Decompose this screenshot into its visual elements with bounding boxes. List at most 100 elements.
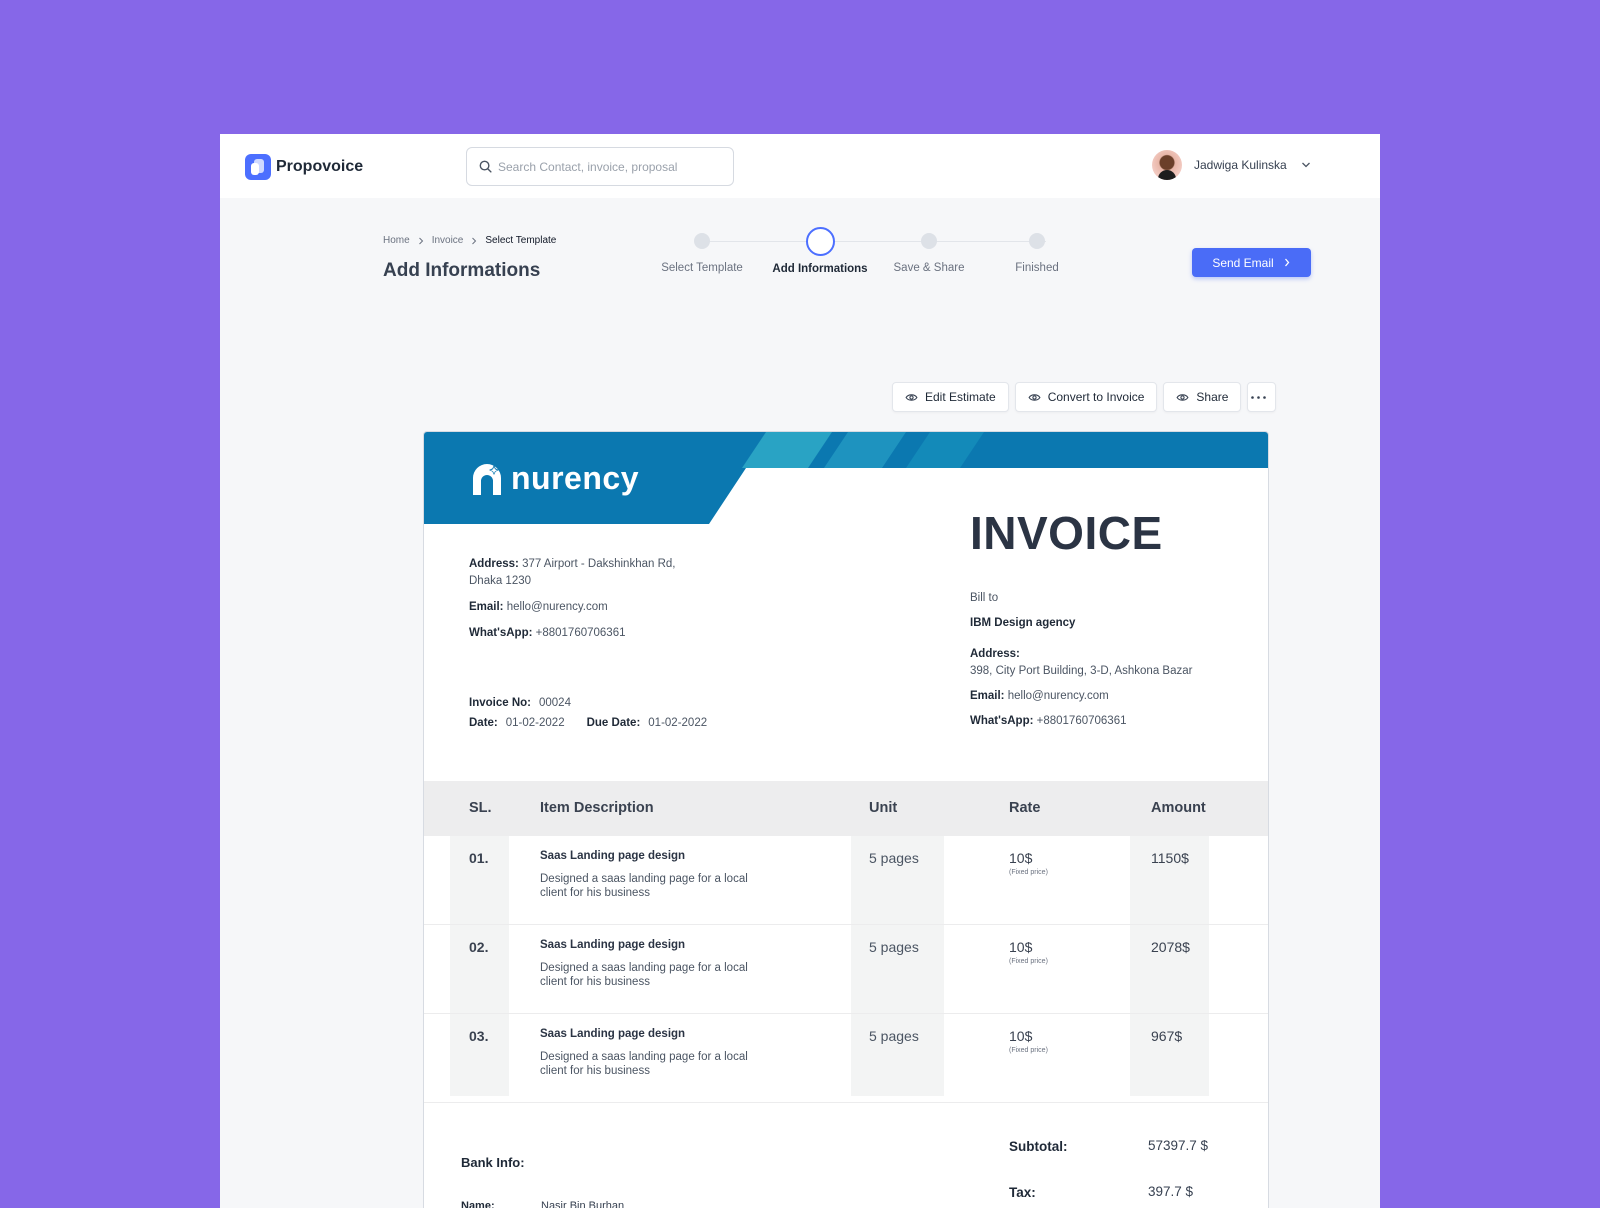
eye-icon xyxy=(1028,393,1041,401)
bank-name-label: Name: xyxy=(461,1200,495,1208)
step-dot xyxy=(1029,233,1045,249)
invoice-title: INVOICE xyxy=(970,507,1163,559)
convert-to-invoice-button[interactable]: Convert to Invoice xyxy=(1014,382,1158,412)
invoice-no-label: Invoice No: xyxy=(469,697,531,709)
due-date: 01-02-2022 xyxy=(648,717,708,729)
sender-address-line1: 377 Airport - Dakshinkhan Rd, xyxy=(522,558,676,570)
sender-address-line2: Dhaka 1230 xyxy=(469,575,532,587)
step-select-template[interactable]: Select Template xyxy=(642,227,762,274)
eye-icon xyxy=(905,393,918,401)
chevron-right-icon xyxy=(1284,258,1290,267)
bill-to-whatsapp-label: What'sApp: xyxy=(970,715,1034,727)
step-dot-active xyxy=(805,227,835,256)
subtotal-value: 57397.7 $ xyxy=(1148,1138,1209,1153)
top-bar: Propovoice Jadwiga Kulinska xyxy=(220,134,1380,198)
user-menu[interactable]: Jadwiga Kulinska xyxy=(1152,150,1311,180)
breadcrumb-home[interactable]: Home xyxy=(383,235,410,246)
item-unit: 5 pages xyxy=(869,1028,919,1044)
date-label: Date: xyxy=(469,717,498,729)
step-dot xyxy=(694,233,710,249)
more-options-button[interactable] xyxy=(1247,382,1277,412)
user-name: Jadwiga Kulinska xyxy=(1194,158,1287,172)
table-row[interactable]: 02. Saas Landing page design Designed a … xyxy=(424,925,1268,1014)
bank-info-heading: Bank Info: xyxy=(461,1155,525,1170)
item-sl: 02. xyxy=(469,939,489,955)
sender-whatsapp: +8801760706361 xyxy=(535,627,626,639)
invoice-date: 01-02-2022 xyxy=(505,717,565,729)
item-amount: 2078$ xyxy=(1151,939,1190,955)
share-button[interactable]: Share xyxy=(1163,382,1242,412)
column-sl: SL. xyxy=(469,800,492,816)
breadcrumb-current: Select Template xyxy=(485,235,557,246)
item-rate-note: (Fixed price) xyxy=(1009,1047,1048,1054)
subtotal-label: Subtotal: xyxy=(1009,1139,1068,1154)
chevron-down-icon[interactable] xyxy=(1301,160,1311,170)
bill-to-address-label: Address: xyxy=(970,648,1020,660)
column-item-description: Item Description xyxy=(540,800,654,816)
item-amount: 1150$ xyxy=(1151,850,1189,866)
progress-stepper: Select Template Add Informations Save & … xyxy=(620,227,1100,287)
brand-logo: nurency xyxy=(469,460,639,497)
bill-to-details: Bill to IBM Design agency Address: 398, C… xyxy=(970,590,1192,738)
table-row[interactable]: 03. Saas Landing page design Designed a … xyxy=(424,1014,1268,1103)
app-logo[interactable]: Propovoice xyxy=(245,154,363,180)
bill-to-whatsapp: +8801760706361 xyxy=(1036,715,1127,727)
share-label: Share xyxy=(1196,390,1229,404)
edit-estimate-button[interactable]: Edit Estimate xyxy=(892,382,1009,412)
page-title: Add Informations xyxy=(383,260,541,281)
step-label: Select Template xyxy=(661,262,743,274)
sender-email-label: Email: xyxy=(469,601,504,613)
step-save-share[interactable]: Save & Share xyxy=(869,227,989,274)
bill-to-email-label: Email: xyxy=(970,690,1005,702)
search-icon xyxy=(479,160,492,173)
item-description: Designed a saas landing page for a local… xyxy=(540,1051,748,1077)
items-table-header: SL. Item Description Unit Rate Amount xyxy=(424,781,1268,836)
chevron-right-icon xyxy=(472,237,477,244)
sender-whatsapp-label: What'sApp: xyxy=(469,627,533,639)
propovoice-logo-icon xyxy=(245,154,271,180)
tax-label: Tax: xyxy=(1009,1185,1036,1200)
column-rate: Rate xyxy=(1009,800,1041,816)
sender-address-label: Address: xyxy=(469,558,519,570)
item-rate: 10$ xyxy=(1009,1028,1033,1044)
step-dot xyxy=(921,233,937,249)
item-title: Saas Landing page design xyxy=(540,850,686,862)
item-title: Saas Landing page design xyxy=(540,939,686,951)
step-add-informations[interactable]: Add Informations xyxy=(760,227,880,275)
send-email-button[interactable]: Send Email xyxy=(1192,248,1311,277)
app-name: Propovoice xyxy=(276,158,364,175)
item-description: Designed a saas landing page for a local… xyxy=(540,873,748,899)
table-row[interactable]: 01. Saas Landing page design Designed a … xyxy=(424,836,1268,925)
item-sl: 01. xyxy=(469,850,489,866)
app-window: Propovoice Jadwiga Kulinska Home Invoice… xyxy=(220,134,1380,1208)
tax-value: 397.7 $ xyxy=(1148,1184,1194,1199)
send-email-label: Send Email xyxy=(1212,255,1274,270)
brand-name: nurency xyxy=(511,460,639,496)
bill-to-company: IBM Design agency xyxy=(970,617,1076,629)
invoice-document: nurency INVOICE Address: 377 Airport - D… xyxy=(423,431,1269,1208)
search-box[interactable] xyxy=(466,147,734,186)
avatar xyxy=(1152,150,1182,180)
sender-email: hello@nurency.com xyxy=(506,601,608,613)
bill-to-email: hello@nurency.com xyxy=(1007,690,1109,702)
step-label: Finished xyxy=(1015,262,1059,274)
item-unit: 5 pages xyxy=(869,939,919,955)
column-amount: Amount xyxy=(1151,800,1206,816)
step-finished[interactable]: Finished xyxy=(977,227,1097,274)
item-sl: 03. xyxy=(469,1028,489,1044)
bill-to-heading: Bill to xyxy=(970,592,999,604)
invoice-actions: Edit Estimate Convert to Invoice Share xyxy=(892,382,1277,412)
breadcrumb-invoice[interactable]: Invoice xyxy=(432,235,464,246)
item-unit: 5 pages xyxy=(869,850,919,866)
search-input[interactable] xyxy=(498,159,718,174)
bill-to-address: 398, City Port Building, 3-D, Ashkona Ba… xyxy=(970,665,1193,677)
chevron-right-icon xyxy=(418,237,423,244)
item-rate: 10$ xyxy=(1009,939,1033,955)
invoice-no: 00024 xyxy=(538,697,571,709)
eye-icon xyxy=(1176,393,1189,401)
due-date-label: Due Date: xyxy=(586,717,641,729)
step-label: Add Informations xyxy=(772,263,868,275)
item-rate-note: (Fixed price) xyxy=(1009,869,1048,876)
edit-estimate-label: Edit Estimate xyxy=(925,390,996,404)
column-unit: Unit xyxy=(869,800,898,816)
